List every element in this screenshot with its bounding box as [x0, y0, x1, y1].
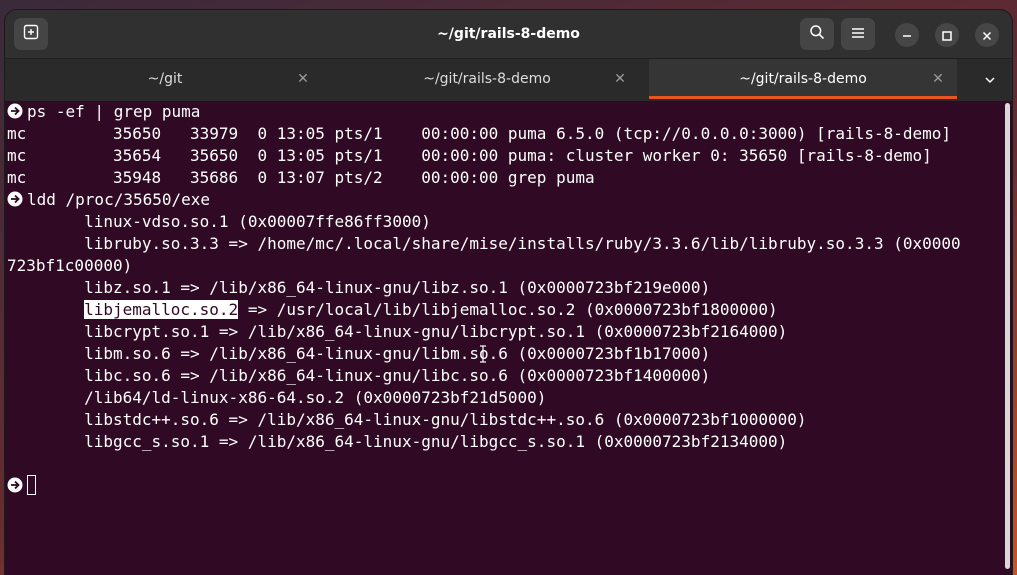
prompt-line: ps -ef | grep puma: [7, 101, 997, 123]
line-text: 723bf1c00000): [7, 256, 133, 275]
chevron-down-icon: [984, 71, 996, 90]
output-line: /lib64/ld-linux-x86-64.so.2 (0x0000723bf…: [7, 387, 997, 409]
menu-button[interactable]: [841, 18, 875, 50]
selected-text[interactable]: libjemalloc.so.2: [84, 300, 239, 319]
output-line: libgcc_s.so.1 => /lib/x86_64-linux-gnu/l…: [7, 431, 997, 453]
line-text: mc 35948 35686 0 13:07 pts/2 00:00:00 gr…: [7, 168, 595, 187]
line-text: libm.so.6 => /lib/x86_64-linux-gnu/libm.…: [7, 344, 711, 363]
output-line: mc 35654 35650 0 13:05 pts/1 00:00:00 pu…: [7, 145, 997, 167]
text-cursor-icon: [479, 345, 487, 363]
tab-rails-8-demo-1[interactable]: ~/git/rails-8-demo: [327, 59, 647, 99]
tab-label: ~/git/rails-8-demo: [423, 71, 551, 87]
minimize-button[interactable]: [895, 23, 919, 47]
arrow-right-circle-icon: [7, 191, 23, 207]
line-text: mc 35650 33979 0 13:05 pts/1 00:00:00 pu…: [7, 124, 952, 143]
output-line: mc 35948 35686 0 13:07 pts/2 00:00:00 gr…: [7, 167, 997, 189]
output-line: libstdc++.so.6 => /lib/x86_64-linux-gnu/…: [7, 409, 997, 431]
line-text: mc 35654 35650 0 13:05 pts/1 00:00:00 pu…: [7, 146, 932, 165]
output-line: libm.so.6 => /lib/x86_64-linux-gnu/libm.…: [7, 343, 997, 365]
tab-close-icon[interactable]: ✕: [930, 71, 946, 87]
tab-close-icon[interactable]: ✕: [295, 71, 311, 87]
output-line: libc.so.6 => /lib/x86_64-linux-gnu/libc.…: [7, 365, 997, 387]
hamburger-menu-icon: [851, 25, 865, 44]
output-line: libz.so.1 => /lib/x86_64-linux-gnu/libz.…: [7, 277, 997, 299]
output-line: libjemalloc.so.2 => /usr/local/lib/libje…: [7, 299, 997, 321]
line-text: libcrypt.so.1 => /lib/x86_64-linux-gnu/l…: [7, 322, 788, 341]
tab-label: ~/git/rails-8-demo: [739, 71, 867, 87]
new-tab-icon: [23, 24, 39, 44]
line-text: libruby.so.3.3 => /home/mc/.local/share/…: [7, 234, 961, 253]
active-tab-indicator: [649, 96, 957, 99]
output-line: libruby.so.3.3 => /home/mc/.local/share/…: [7, 233, 997, 255]
tab-list-button[interactable]: [980, 70, 1000, 90]
tab-bar: ~/git ✕ ~/git/rails-8-demo ✕ ~/git/rails…: [5, 58, 1012, 101]
tab-close-icon[interactable]: ✕: [612, 71, 628, 87]
tab-label: ~/git: [147, 71, 183, 87]
prompt-line: ldd /proc/35650/exe: [7, 189, 997, 211]
close-icon: [982, 26, 992, 45]
prompt-line: [7, 475, 997, 497]
output-line: libcrypt.so.1 => /lib/x86_64-linux-gnu/l…: [7, 321, 997, 343]
line-text-rest: => /usr/local/lib/libjemalloc.so.2 (0x00…: [238, 300, 778, 319]
line-text: libc.so.6 => /lib/x86_64-linux-gnu/libc.…: [7, 366, 711, 385]
line-text: [7, 300, 84, 319]
minimize-icon: [902, 26, 912, 45]
line-text: libstdc++.so.6 => /lib/x86_64-linux-gnu/…: [7, 410, 807, 429]
line-text: /lib64/ld-linux-x86-64.so.2 (0x0000723bf…: [7, 388, 547, 407]
line-text: ldd /proc/35650/exe: [27, 190, 211, 209]
terminal-lines: ps -ef | grep puma mc 35650 33979 0 13:05…: [7, 101, 997, 497]
maximize-button[interactable]: [935, 23, 959, 47]
terminal-output[interactable]: ps -ef | grep puma mc 35650 33979 0 13:05…: [5, 101, 1012, 575]
new-tab-button[interactable]: [14, 18, 48, 50]
close-button[interactable]: [975, 23, 999, 47]
arrow-right-circle-icon: [7, 103, 23, 119]
terminal-cursor: [27, 475, 36, 495]
tab-git[interactable]: ~/git: [5, 59, 325, 99]
output-line: linux-vdso.so.1 (0x00007ffe86ff3000): [7, 211, 997, 233]
search-icon: [809, 24, 825, 44]
scrollbar[interactable]: [1005, 103, 1010, 569]
line-text: libgcc_s.so.1 => /lib/x86_64-linux-gnu/l…: [7, 432, 788, 451]
title-bar[interactable]: ~/git/rails-8-demo: [5, 10, 1012, 58]
search-button[interactable]: [800, 18, 834, 50]
output-line: mc 35650 33979 0 13:05 pts/1 00:00:00 pu…: [7, 123, 997, 145]
line-text: ps -ef | grep puma: [27, 102, 201, 121]
output-line: 723bf1c00000): [7, 255, 997, 277]
maximize-icon: [942, 26, 952, 45]
line-text: libz.so.1 => /lib/x86_64-linux-gnu/libz.…: [7, 278, 711, 297]
terminal-window: ~/git/rails-8-demo ~/git ✕ ~/git/rails-8…: [5, 10, 1012, 575]
line-text: linux-vdso.so.1 (0x00007ffe86ff3000): [7, 212, 431, 231]
tab-rails-8-demo-2[interactable]: ~/git/rails-8-demo: [649, 59, 957, 99]
arrow-right-circle-icon: [7, 477, 23, 493]
